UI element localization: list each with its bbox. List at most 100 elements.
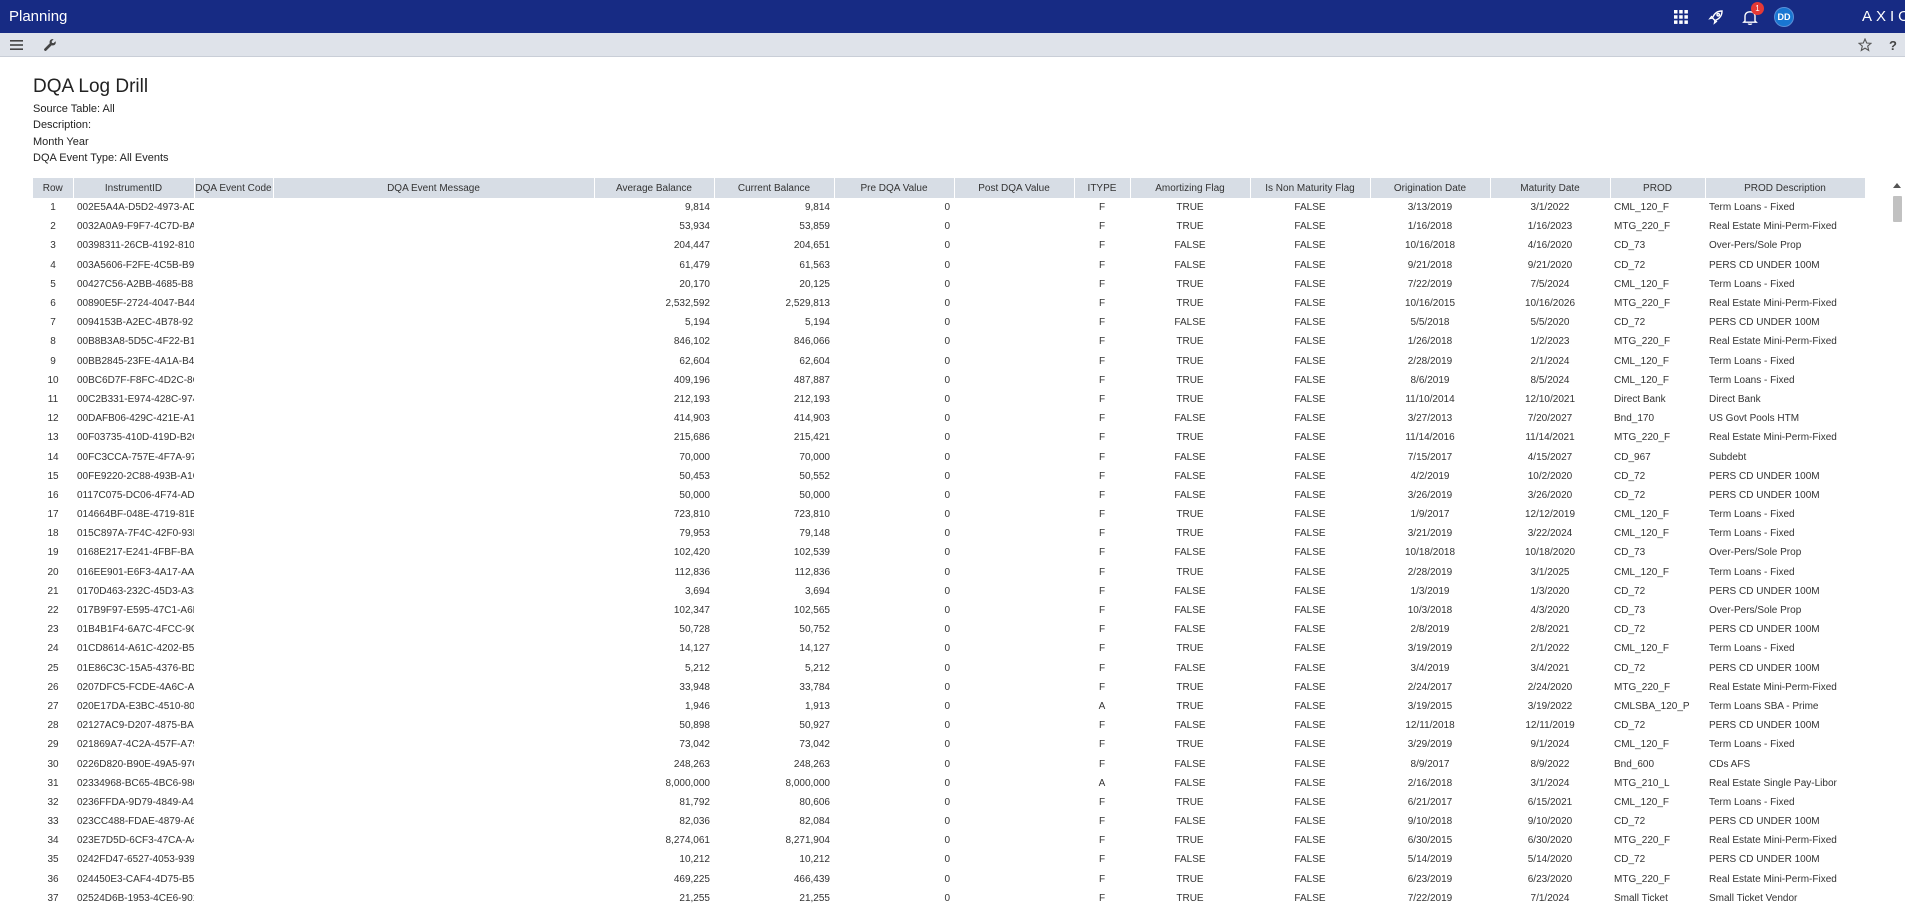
column-header[interactable]: InstrumentID bbox=[73, 178, 195, 198]
table-row[interactable]: 17 014664BF-048E-4719-81E 723,810 723,810 0 F… bbox=[33, 505, 1865, 524]
table-row[interactable]: 4 003A5606-F2FE-4C5B-B9E 61,479 61,563 0 F FAL… bbox=[33, 256, 1865, 275]
column-header[interactable]: Amortizing Flag bbox=[1130, 178, 1251, 198]
column-header[interactable]: DQA Event Message bbox=[273, 178, 595, 198]
table-cell: 62,604 bbox=[799, 355, 830, 367]
table-cell bbox=[194, 793, 273, 812]
help-icon[interactable]: ? bbox=[1884, 36, 1902, 54]
scroll-up-arrow-icon[interactable] bbox=[1893, 183, 1901, 188]
table-row[interactable]: 23 01B4B1F4-6A7C-4FCC-9C6 50,728 50,752 0 F FA… bbox=[33, 620, 1865, 639]
table-row[interactable]: 30 0226D820-B90E-49A5-97C 248,263 248,263 0 F… bbox=[33, 754, 1865, 773]
table-row[interactable]: 10 00BC6D7F-F8FC-4D2C-8C3 409,196 487,887 0 F… bbox=[33, 371, 1865, 390]
table-row[interactable]: 18 015C897A-7F4C-42F0-93F 79,953 79,148 0 F TR… bbox=[33, 524, 1865, 543]
table-row[interactable]: 14 00FC3CCA-757E-4F7A-975 70,000 70,000 0 F FA… bbox=[33, 447, 1865, 466]
table-row[interactable]: 32 0236FFDA-9D79-4849-A41 81,792 80,606 0 F TR… bbox=[33, 793, 1865, 812]
table-cell: 10/18/2020 bbox=[1524, 547, 1576, 559]
table-row[interactable]: 15 00FE9220-2C88-493B-A1C 50,453 50,552 0 F FA… bbox=[33, 467, 1865, 486]
table-cell: Direct Bank bbox=[1709, 393, 1761, 405]
table-cell: 3/19/2019 bbox=[1407, 643, 1453, 655]
table-row[interactable]: 26 0207DFC5-FCDE-4A6C-AD 33,948 33,784 0 F TRU… bbox=[33, 678, 1865, 697]
user-avatar[interactable]: DD bbox=[1774, 7, 1794, 27]
table-row[interactable]: 2 0032A0A9-F9F7-4C7D-BA2 53,934 53,859 0 F TRU… bbox=[33, 217, 1865, 236]
table-cell: 30 bbox=[47, 758, 59, 770]
report-header: DQA Log Drill Source Table: All Descript… bbox=[33, 76, 169, 166]
table-row[interactable]: 5 00427C56-A2BB-4685-B8B 20,170 20,125 0 F TRU… bbox=[33, 275, 1865, 294]
table-row[interactable]: 34 023E7D5D-6CF3-47CA-A4A 8,274,061 8,271,9… bbox=[33, 831, 1865, 850]
table-cell: 0 bbox=[944, 451, 950, 463]
table-cell: TRUE bbox=[1176, 892, 1204, 903]
column-header[interactable]: Post DQA Value bbox=[954, 178, 1075, 198]
table-row[interactable]: 35 0242FD47-6527-4053-939A 10,212 10,212 0 F F… bbox=[33, 850, 1865, 869]
table-row[interactable]: 28 02127AC9-D207-4875-BAB 50,898 50,927 0 F FA… bbox=[33, 716, 1865, 735]
table-row[interactable]: 7 0094153B-A2EC-4B78-92E 5,194 5,194 0 F FALSE… bbox=[33, 313, 1865, 332]
rocket-icon[interactable] bbox=[1705, 6, 1727, 28]
table-row[interactable]: 1 002E5A4A-D5D2-4973-AD3 9,814 9,814 0 F TRUE F… bbox=[33, 198, 1865, 217]
table-cell bbox=[194, 217, 273, 236]
table-row[interactable]: 16 0117C075-DC06-4F74-AD8 50,000 50,000 0 F FA… bbox=[33, 486, 1865, 505]
table-row[interactable]: 6 00890E5F-2724-4047-B445 2,532,592 2,529,8… bbox=[33, 294, 1865, 313]
table-row[interactable]: 36 024450E3-CAF4-4D75-B50 469,225 466,439 0 F… bbox=[33, 870, 1865, 889]
table-cell: F bbox=[1098, 835, 1106, 847]
table-row[interactable]: 3 00398311-26CB-4192-8106 204,447 204,651 0 F… bbox=[33, 236, 1865, 255]
table-row[interactable]: 12 00DAFB06-429C-421E-A19 414,903 414,903 0 F… bbox=[33, 409, 1865, 428]
table-row[interactable]: 33 023CC488-FDAE-4879-A6A 82,036 82,084 0 F FA… bbox=[33, 812, 1865, 831]
column-header[interactable]: PROD bbox=[1610, 178, 1706, 198]
table-row[interactable]: 27 020E17DA-E3BC-4510-804 1,946 1,913 0 A TRUE… bbox=[33, 697, 1865, 716]
column-header[interactable]: Average Balance bbox=[594, 178, 715, 198]
column-header[interactable]: ITYPE bbox=[1074, 178, 1131, 198]
column-header[interactable]: Maturity Date bbox=[1490, 178, 1611, 198]
table-cell: CDs AFS bbox=[1709, 758, 1751, 770]
table-cell: 5,212 bbox=[684, 662, 710, 674]
column-header[interactable]: PROD Description bbox=[1705, 178, 1865, 198]
table-cell: PERS CD UNDER 100M bbox=[1709, 662, 1820, 674]
vertical-scrollbar[interactable] bbox=[1890, 178, 1905, 903]
scrollbar-thumb[interactable] bbox=[1893, 196, 1902, 222]
table-row[interactable]: 31 02334968-BC65-4BC6-986 8,000,000 8,000,0… bbox=[33, 774, 1865, 793]
table-cell bbox=[954, 409, 1074, 428]
table-cell: CML_120_F bbox=[1614, 202, 1670, 214]
table-row[interactable]: 29 021869A7-4C2A-457F-A79 73,042 73,042 0 F TR… bbox=[33, 735, 1865, 754]
axiom-logo: AXIOM bbox=[1862, 8, 1905, 25]
table-row[interactable]: 13 00F03735-410D-419D-B2C 215,686 215,421 0 F… bbox=[33, 428, 1865, 447]
table-row[interactable]: 25 01E86C3C-15A5-4376-BD9 5,212 5,212 0 F FALS… bbox=[33, 659, 1865, 678]
table-cell: 0 bbox=[944, 259, 950, 271]
column-header[interactable]: Is Non Maturity Flag bbox=[1250, 178, 1371, 198]
table-row[interactable]: 9 00BB2845-23FE-4A1A-B44 62,604 62,604 0 F TRU… bbox=[33, 352, 1865, 371]
table-cell: 3/1/2025 bbox=[1530, 566, 1570, 578]
column-header[interactable]: DQA Event Code bbox=[194, 178, 274, 198]
table-cell: 11/14/2021 bbox=[1525, 432, 1575, 444]
apps-grid-icon[interactable] bbox=[1670, 6, 1692, 28]
table-cell: Term Loans - Fixed bbox=[1709, 355, 1795, 367]
table-cell: CD_72 bbox=[1614, 624, 1646, 636]
column-header[interactable]: Origination Date bbox=[1370, 178, 1491, 198]
table-cell: 0094153B-A2EC-4B78-92E bbox=[77, 317, 194, 329]
table-cell: 0 bbox=[944, 278, 950, 290]
star-icon[interactable] bbox=[1856, 36, 1874, 54]
table-row[interactable]: 22 017B9F97-E595-47C1-A6E 102,347 102,565 0 F… bbox=[33, 601, 1865, 620]
table-cell: 8,000,000 bbox=[665, 777, 711, 789]
table-row[interactable]: 8 00B8B3A8-5D5C-4F22-B18 846,102 846,066 0 F T… bbox=[33, 332, 1865, 351]
table-row[interactable]: 24 01CD8614-A61C-4202-B5C 14,127 14,127 0 F TR… bbox=[33, 639, 1865, 658]
table-cell bbox=[954, 313, 1074, 332]
hamburger-menu-icon[interactable] bbox=[8, 36, 26, 54]
table-row[interactable]: 20 016EE901-E6F3-4A17-AA1 112,836 112,836 0 F… bbox=[33, 563, 1865, 582]
table-cell: 02524D6B-1953-4CE6-901 bbox=[77, 892, 194, 903]
wrench-icon[interactable] bbox=[41, 36, 59, 54]
table-cell bbox=[194, 870, 273, 889]
table-row[interactable]: 21 0170D463-232C-45D3-A38 3,694 3,694 0 F FALS… bbox=[33, 582, 1865, 601]
table-cell: 80,606 bbox=[799, 796, 830, 808]
table-cell: 021869A7-4C2A-457F-A79 bbox=[77, 739, 194, 751]
table-row[interactable]: 11 00C2B331-E974-428C-9748 212,193 212,193 0… bbox=[33, 390, 1865, 409]
bell-icon[interactable]: 1 bbox=[1739, 2, 1764, 28]
table-cell: FALSE bbox=[1294, 413, 1326, 425]
table-cell: 0 bbox=[944, 336, 950, 348]
table-cell bbox=[954, 870, 1074, 889]
table-cell bbox=[194, 313, 273, 332]
table-cell: 0 bbox=[944, 432, 950, 444]
table-row[interactable]: 37 02524D6B-1953-4CE6-901 21,255 21,255 0 F TR… bbox=[33, 889, 1865, 903]
column-header[interactable]: Current Balance bbox=[714, 178, 835, 198]
column-header[interactable]: Row bbox=[33, 178, 74, 198]
table-cell: FALSE bbox=[1294, 240, 1326, 252]
column-header[interactable]: Pre DQA Value bbox=[834, 178, 955, 198]
table-cell: 21,255 bbox=[799, 892, 830, 903]
table-row[interactable]: 19 0168E217-E241-4FBF-BAC 102,420 102,539 0 F… bbox=[33, 543, 1865, 562]
